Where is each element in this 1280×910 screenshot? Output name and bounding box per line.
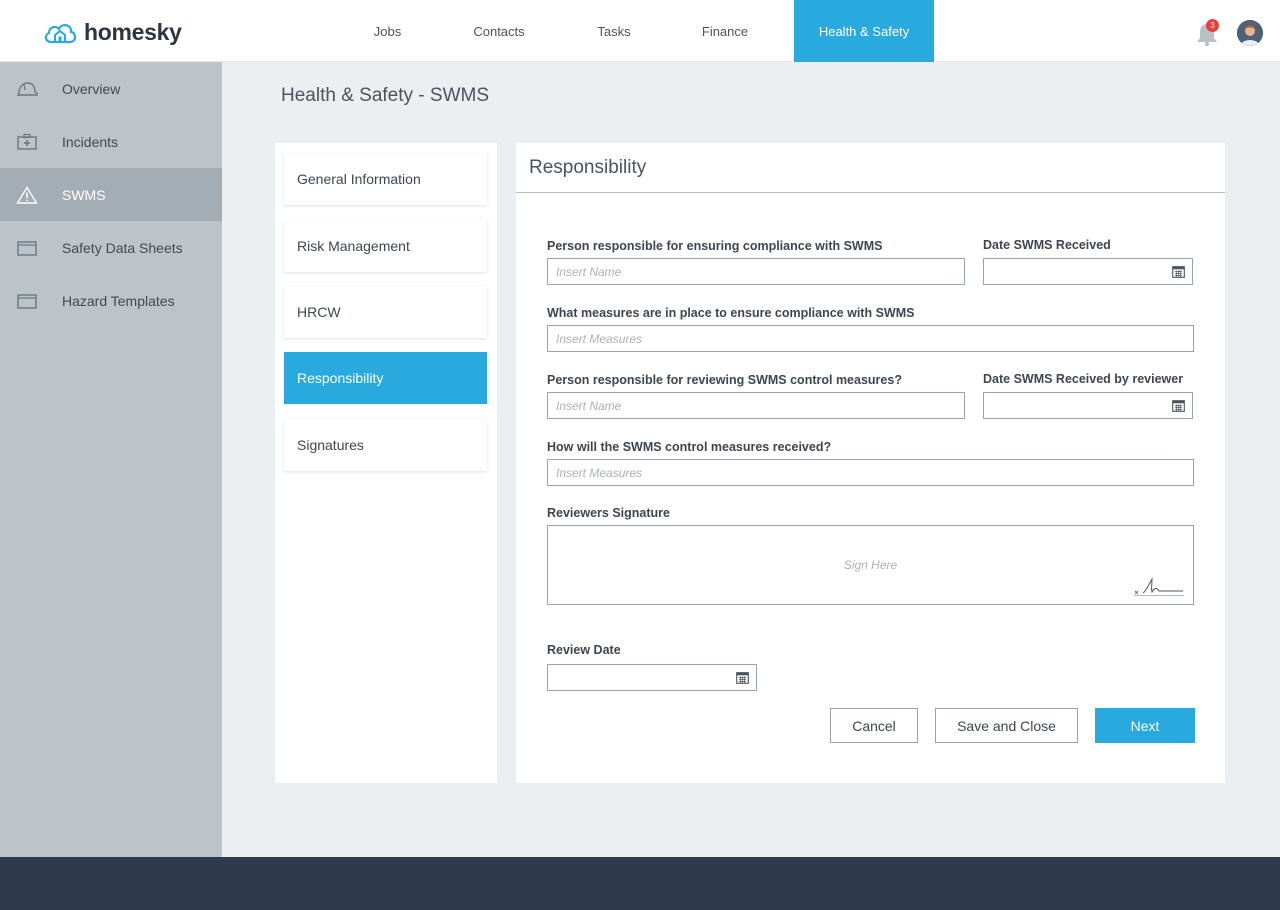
control-measures-input[interactable]: Insert Measures: [547, 459, 1194, 486]
step-responsibility[interactable]: Responsibility: [284, 352, 487, 404]
sidebar-item-incidents[interactable]: Incidents: [0, 115, 222, 168]
compliance-person-label: Person responsible for ensuring complian…: [547, 239, 883, 253]
sidebar-item-swms[interactable]: SWMS: [0, 168, 222, 221]
cloud-house-icon: [44, 24, 77, 44]
date-received-reviewer-input[interactable]: [983, 392, 1193, 419]
notification-badge: 3: [1206, 19, 1219, 32]
main-nav: Jobs Contacts Tasks Finance Health & Saf…: [330, 0, 934, 62]
date-received-label: Date SWMS Received: [983, 238, 1111, 252]
save-and-close-button[interactable]: Save and Close: [935, 708, 1078, 743]
cancel-button[interactable]: Cancel: [830, 708, 918, 743]
step-general-information[interactable]: General Information: [284, 153, 487, 205]
nav-tasks[interactable]: Tasks: [553, 0, 675, 62]
measures-placeholder: Insert Measures: [556, 331, 643, 346]
avatar-image: [1237, 20, 1263, 46]
user-avatar[interactable]: [1237, 20, 1263, 46]
sidebar-item-overview[interactable]: Overview: [0, 62, 222, 115]
signature-pad[interactable]: Sign Here: [547, 525, 1194, 605]
warning-triangle-icon: [16, 185, 38, 204]
control-measures-label: How will the SWMS control measures recei…: [547, 440, 832, 454]
reviewer-person-placeholder: Insert Name: [556, 398, 622, 413]
step-risk-management[interactable]: Risk Management: [284, 220, 487, 272]
signature-placeholder: Sign Here: [843, 558, 898, 572]
sidebar-item-safety-data-sheets[interactable]: Safety Data Sheets: [0, 221, 222, 274]
page-title: Health & Safety - SWMS: [281, 85, 490, 106]
measures-label: What measures are in place to ensure com…: [547, 306, 915, 320]
compliance-person-placeholder: Insert Name: [556, 264, 622, 279]
calendar-icon[interactable]: [1172, 399, 1185, 412]
review-date-input[interactable]: [547, 664, 757, 691]
next-button[interactable]: Next: [1095, 708, 1195, 743]
brand-name: homesky: [84, 18, 182, 45]
sidebar-label-swms: SWMS: [62, 186, 106, 203]
step-hrcw[interactable]: HRCW: [284, 286, 487, 338]
reviewer-person-label: Person responsible for reviewing SWMS co…: [547, 373, 902, 387]
notifications-button[interactable]: 3: [1195, 19, 1219, 47]
calendar-icon[interactable]: [1172, 265, 1185, 278]
calendar-icon[interactable]: [736, 671, 749, 684]
sidebar-label-overview: Overview: [62, 80, 121, 97]
sidebar-label-hazard-templates: Hazard Templates: [62, 292, 175, 309]
signature-line-icon: [1133, 576, 1185, 598]
sidebar-label-safety-data-sheets: Safety Data Sheets: [62, 239, 183, 256]
logo[interactable]: homesky: [42, 17, 182, 47]
compliance-person-input[interactable]: Insert Name: [547, 258, 965, 285]
responsibility-form: Responsibility Person responsible for en…: [516, 143, 1225, 783]
nav-contacts[interactable]: Contacts: [445, 0, 553, 62]
reviewer-person-input[interactable]: Insert Name: [547, 392, 965, 419]
first-aid-kit-icon: [17, 133, 37, 150]
signature-label: Reviewers Signature: [547, 506, 670, 520]
nav-health-safety[interactable]: Health & Safety: [794, 0, 934, 62]
step-signatures[interactable]: Signatures: [284, 419, 487, 471]
date-received-input[interactable]: [983, 258, 1193, 285]
control-measures-placeholder: Insert Measures: [556, 465, 643, 480]
form-title: Responsibility: [516, 143, 1225, 193]
top-bar: homesky Jobs Contacts Tasks Finance Heal…: [0, 0, 1280, 62]
sidebar: Overview Incidents SWMS Safety Data Shee…: [0, 62, 222, 857]
footer-bar: [0, 857, 1280, 910]
measures-input[interactable]: Insert Measures: [547, 325, 1194, 352]
date-received-reviewer-label: Date SWMS Received by reviewer: [983, 372, 1184, 386]
nav-jobs[interactable]: Jobs: [330, 0, 445, 62]
sidebar-label-incidents: Incidents: [62, 133, 119, 150]
steps-panel: General Information Risk Management HRCW…: [275, 143, 497, 783]
sidebar-item-hazard-templates[interactable]: Hazard Templates: [0, 274, 222, 327]
review-date-label: Review Date: [547, 643, 621, 657]
nav-finance[interactable]: Finance: [675, 0, 775, 62]
helmet-icon: [16, 81, 38, 96]
folder-icon: [17, 293, 37, 309]
folder-icon: [17, 240, 37, 256]
